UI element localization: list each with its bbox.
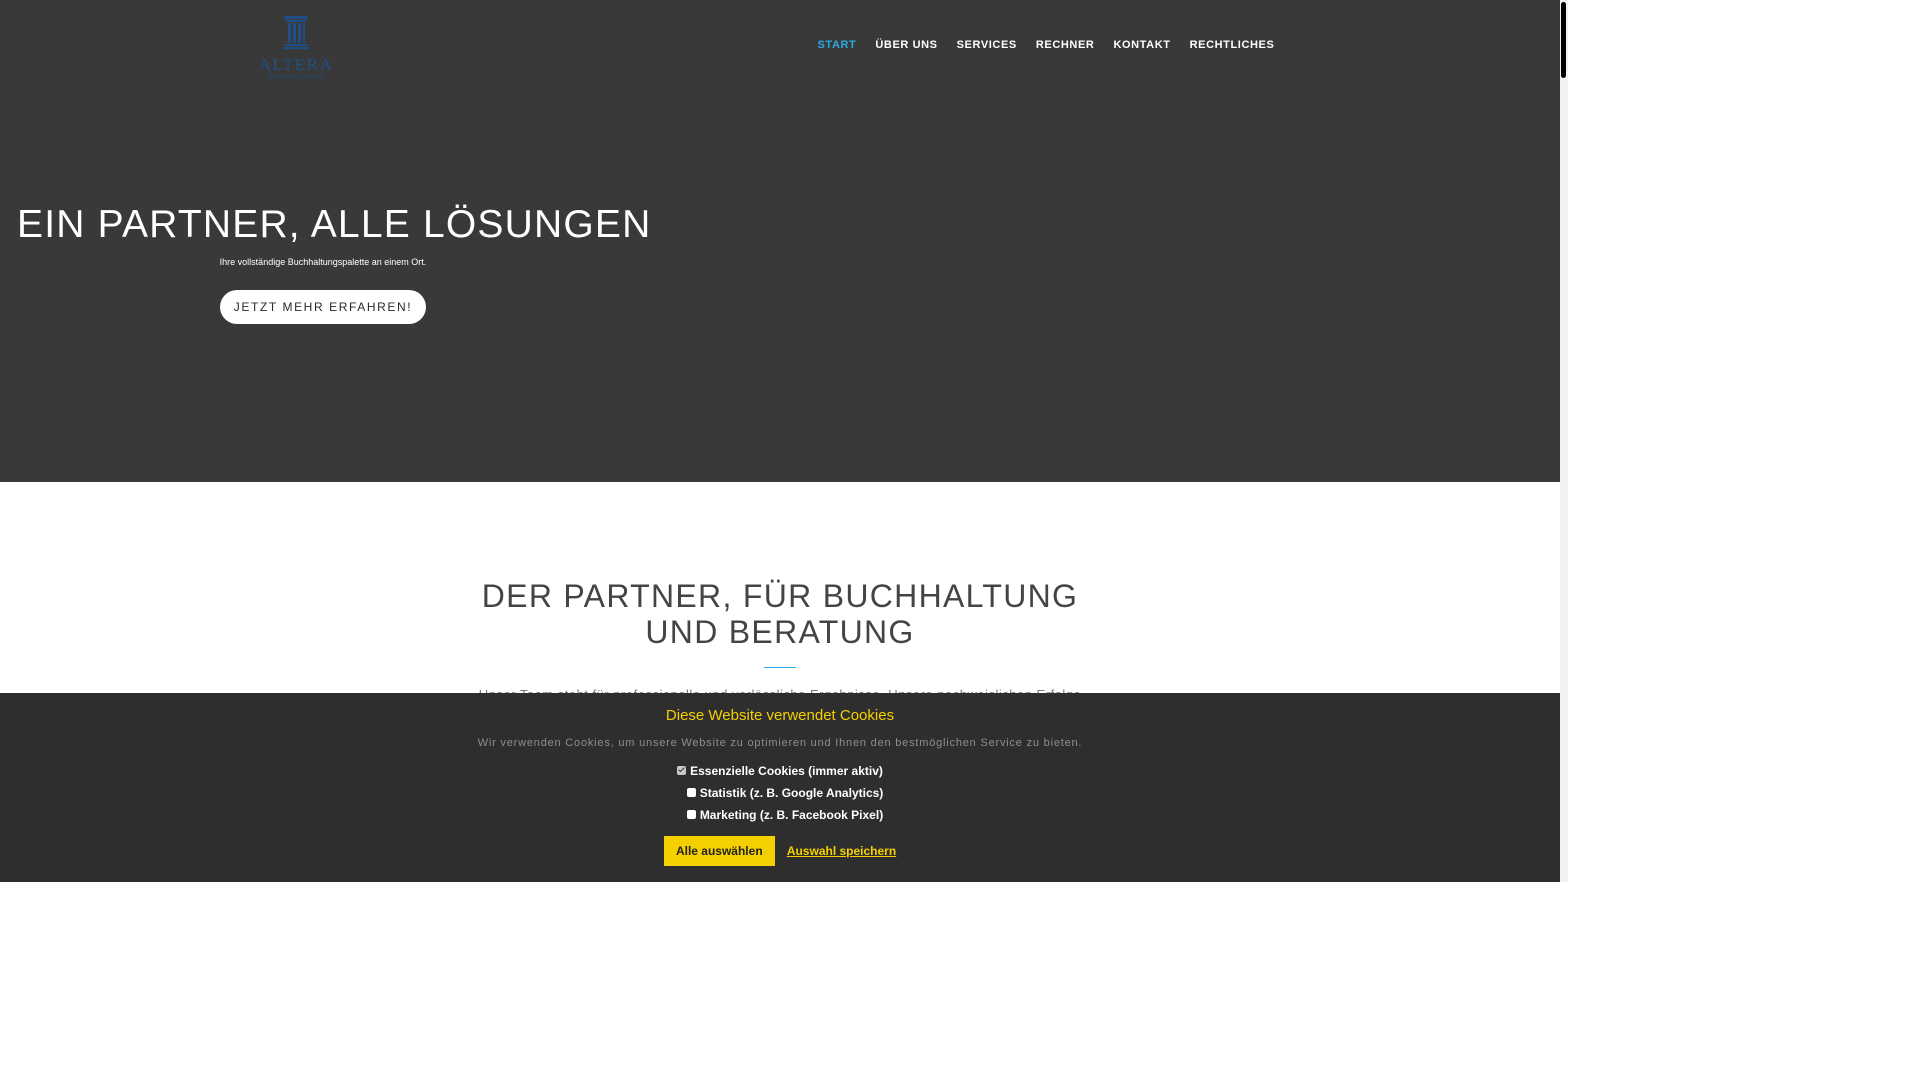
cookie-option-statistics[interactable]: Statistik (z. B. Google Analytics) [0,786,1560,800]
cookie-option-label: Statistik (z. B. Google Analytics) [699,786,884,800]
section-divider [764,667,796,668]
nav-item-services[interactable]: SERVICES [947,38,1026,52]
cookie-banner-title: Diese Website verwendet Cookies [665,707,895,724]
cookie-option-marketing[interactable]: Marketing (z. B. Facebook Pixel) [0,808,1560,822]
svg-text:BUCHHALTUNG: BUCHHALTUNG [268,75,324,81]
marketing-cookies-checkbox[interactable] [686,810,696,819]
nav-item-rechtliches[interactable]: RECHTLICHES [1180,38,1284,52]
site-logo[interactable]: ALTERA BUCHHALTUNG [258,14,334,82]
statistics-cookies-checkbox[interactable] [686,788,696,797]
section-title-line-1: DER PARTNER, FÜR BUCHHALTUNG [481,578,1079,614]
hero-section: ALTERA BUCHHALTUNG START ÜBER UNS SERVIC… [0,0,1560,482]
save-selection-link[interactable]: Auswahl speichern [787,844,896,858]
main-navigation: START ÜBER UNS SERVICES RECHNER KONTAKT … [808,38,1284,52]
page-scrollbar[interactable] [1560,0,1568,882]
nav-item-kontakt[interactable]: KONTAKT [1104,38,1180,52]
cookie-option-label: Marketing (z. B. Facebook Pixel) [699,808,884,822]
scrollbar-thumb[interactable] [1561,2,1566,78]
cookie-option-essential[interactable]: Essenzielle Cookies (immer aktiv) [0,764,1560,778]
nav-item-rechner[interactable]: RECHNER [1026,38,1104,52]
nav-item-ueber-uns[interactable]: ÜBER UNS [866,38,947,52]
hero-title: EIN PARTNER, ALLE LÖSUNGEN [17,203,652,246]
cookie-banner-text: Wir verwenden Cookies, um unsere Website… [477,737,1083,749]
hero-subtitle: Ihre vollständige Buchhaltungspalette an… [219,257,427,267]
page: ALTERA BUCHHALTUNG START ÜBER UNS SERVIC… [0,0,1568,882]
column-pillar-icon: ALTERA BUCHHALTUNG [259,16,334,81]
section-title-line-2: UND BERATUNG [645,614,915,650]
cookie-option-label: Essenzielle Cookies (immer aktiv) [690,764,883,778]
select-all-cookies-button[interactable]: Alle auswählen [663,836,775,866]
essential-cookies-checkbox[interactable] [677,766,687,775]
nav-item-start[interactable]: START [808,38,866,52]
learn-more-button[interactable]: JETZT MEHR ERFAHREN! [220,290,426,324]
cookie-banner: Diese Website verwendet Cookies Wir verw… [0,693,1560,882]
section-title: DER PARTNER, FÜR BUCHHALTUNG UND BERATUN… [0,578,1560,650]
svg-text:ALTERA: ALTERA [259,55,334,74]
cookie-actions: Alle auswählen Auswahl speichern [0,836,1560,866]
